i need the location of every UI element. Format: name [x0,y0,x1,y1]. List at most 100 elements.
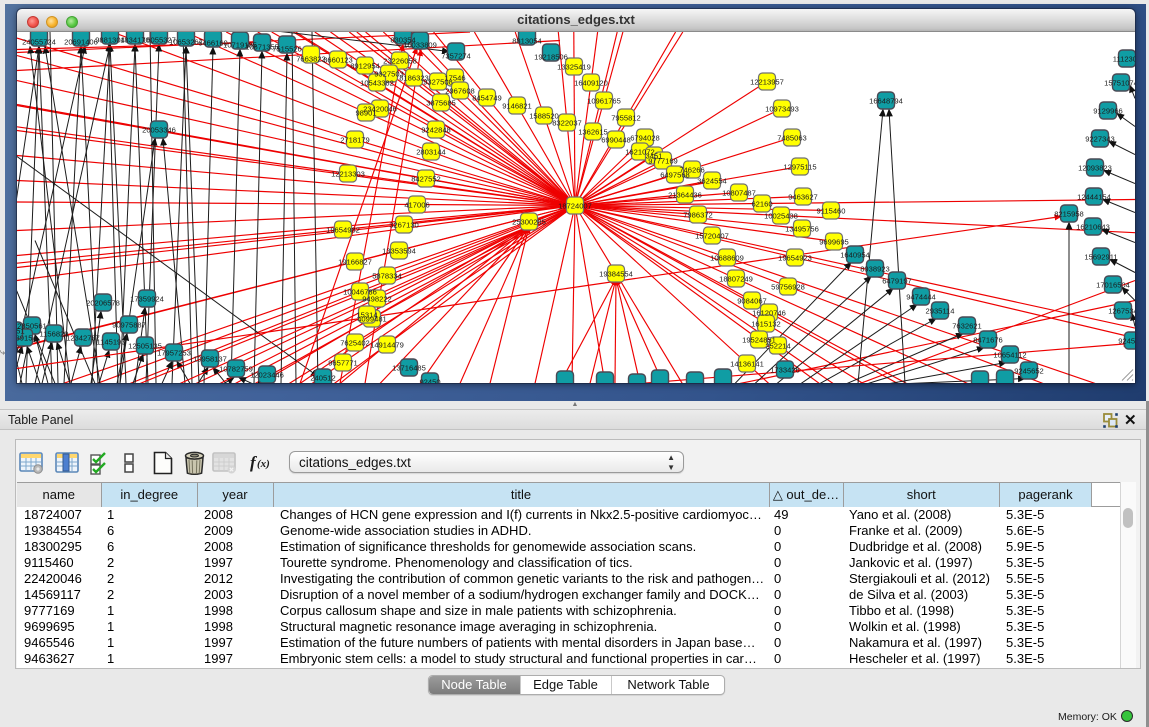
svg-text:19654923: 19654923 [778,253,812,262]
svg-text:17957253: 17957253 [157,348,191,357]
svg-text:9227343: 9227343 [1085,134,1115,143]
svg-text:19166827: 19166827 [338,257,372,266]
svg-text:13325419: 13325419 [557,62,591,71]
svg-text:18724007: 18724007 [558,201,592,210]
svg-text:24055724: 24055724 [22,37,56,46]
svg-text:10807487: 10807487 [722,188,756,197]
svg-text:15720407: 15720407 [695,231,729,240]
svg-text:8938923: 8938923 [860,264,890,273]
svg-text:15692911: 15692911 [1084,252,1117,261]
svg-text:9777169: 9777169 [648,156,678,165]
svg-text:7515526: 7515526 [272,44,302,53]
svg-text:8471676: 8471676 [973,335,1003,344]
svg-text:8215958: 8215958 [1054,209,1084,218]
svg-text:9146821: 9146821 [502,101,532,110]
svg-text:14136141: 14136141 [730,359,764,368]
svg-text:62160: 62160 [751,199,772,208]
svg-text:3875685: 3875685 [426,98,456,107]
svg-text:240512: 240512 [310,373,335,382]
svg-text:13495756: 13495756 [785,224,819,233]
svg-text:1112307: 1112307 [1113,54,1135,63]
svg-text:9084067: 9084067 [737,296,767,305]
svg-text:7485063: 7485063 [777,133,807,142]
svg-text:13716485: 13716485 [392,363,426,372]
svg-text:90975887: 90975887 [112,320,146,329]
svg-text:3624554: 3624554 [697,176,727,185]
svg-text:2967608: 2967608 [445,86,475,95]
svg-text:2803144: 2803144 [416,147,446,156]
svg-text:12093823: 12093823 [1078,163,1112,172]
svg-text:7632621: 7632621 [952,321,982,330]
svg-text:417006: 417006 [404,200,429,209]
svg-text:10782759: 10782759 [219,364,253,373]
svg-text:20206578: 20206578 [86,298,120,307]
svg-text:9699695: 9699695 [819,237,849,246]
svg-text:6497568: 6497568 [660,170,690,179]
svg-text:5878334: 5878334 [372,271,402,280]
svg-text:6479197: 6479197 [882,276,912,285]
svg-text:10543382: 10543382 [360,78,394,87]
svg-text:1640954: 1640954 [840,250,870,259]
svg-text:9245652: 9245652 [1014,366,1044,375]
svg-text:87351: 87351 [17,326,25,335]
svg-text:7357274: 7357274 [441,51,471,60]
svg-text:7663822: 7663822 [296,54,326,63]
svg-text:10654112: 10654112 [993,350,1026,359]
svg-text:10961765: 10961765 [587,96,621,105]
svg-text:9242848: 9242848 [421,125,451,134]
svg-text:9474444: 9474444 [906,292,936,301]
svg-text:10688609: 10688609 [710,253,744,262]
svg-text:19384554: 19384554 [599,269,633,278]
svg-text:12444154: 12444154 [1077,192,1111,201]
svg-text:13353594: 13353594 [382,246,416,255]
svg-text:2935114: 2935114 [926,306,955,315]
svg-text:17546: 17546 [444,73,465,82]
svg-text:10973493: 10973493 [765,104,799,113]
svg-text:17359924: 17359924 [130,294,164,303]
svg-text:9463627: 9463627 [788,192,818,201]
svg-text:15751074: 15751074 [1104,78,1135,87]
svg-text:8660123: 8660123 [323,55,353,64]
svg-text:2718179: 2718179 [340,135,370,144]
svg-text:23226058: 23226058 [383,56,417,65]
svg-text:9245012: 9245012 [1118,336,1135,345]
svg-text:21364436: 21364436 [668,190,702,199]
svg-text:8813054: 8813054 [512,36,542,45]
svg-text:98901: 98901 [355,108,376,117]
svg-text:10958137: 10958137 [193,354,227,363]
svg-text:1145193: 1145193 [97,337,126,346]
svg-text:1156829: 1156829 [40,329,69,338]
svg-text:8322037: 8322037 [552,118,582,127]
svg-text:20053346: 20053346 [142,125,176,134]
svg-text:7955812: 7955812 [611,113,641,122]
svg-text:12975115: 12975115 [783,162,816,171]
svg-text:1615132: 1615132 [751,319,781,328]
svg-text:16033809: 16033809 [403,40,437,49]
svg-text:1267534: 1267534 [1108,306,1135,315]
svg-text:12213303: 12213303 [331,169,365,178]
svg-text:16648794: 16648794 [869,96,903,105]
svg-text:9115460: 9115460 [817,206,846,215]
svg-text:14914479: 14914479 [370,340,404,349]
svg-text:7625402: 7625402 [340,338,370,347]
svg-text:3267130: 3267130 [389,220,419,229]
svg-text:16120746: 16120746 [752,308,786,317]
svg-text:25300285: 25300285 [512,217,546,226]
svg-text:9498222: 9498222 [362,294,392,303]
svg-text:19654982: 19654982 [326,225,360,234]
svg-text:19218506: 19218506 [534,52,568,61]
svg-text:1733426: 1733426 [770,365,800,374]
svg-text:15314: 15314 [356,310,377,319]
svg-text:8454749: 8454749 [472,93,502,102]
svg-text:16409120: 16409120 [574,78,608,87]
svg-text:8427552: 8427552 [411,174,441,183]
svg-text:10025438: 10025438 [764,211,798,220]
svg-text:252214: 252214 [765,341,790,350]
svg-text:16210643: 16210643 [1076,222,1110,231]
svg-text:17016504: 17016504 [1096,280,1130,289]
svg-text:20691406: 20691406 [64,37,98,46]
svg-text:(x): (x) [257,458,270,470]
svg-text:12023446: 12023446 [250,370,284,379]
svg-text:7986372: 7986372 [683,210,713,219]
svg-text:12342737: 12342737 [66,333,100,342]
